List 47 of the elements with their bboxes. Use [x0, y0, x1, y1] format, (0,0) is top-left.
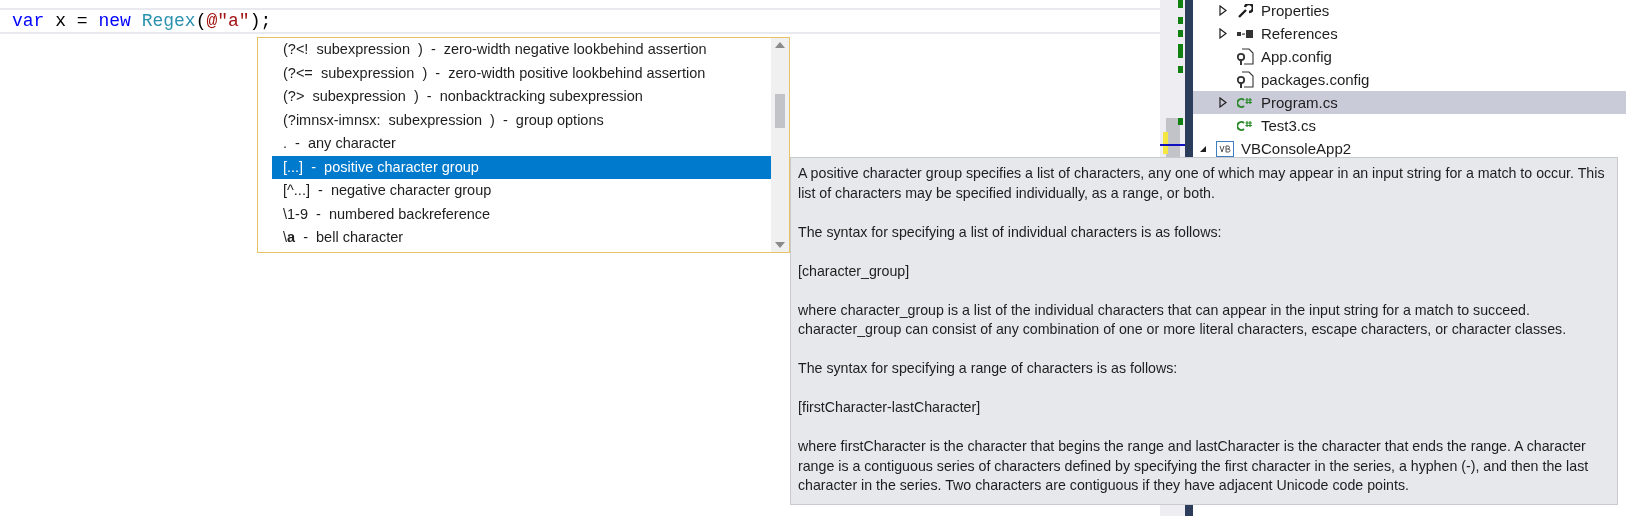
- tooltip-text: The syntax for specifying a list of individual characters is as follows:: [798, 222, 1223, 242]
- scroll-down-icon[interactable]: [775, 242, 785, 248]
- wrench-icon: [1237, 3, 1253, 18]
- collapsed-arrow-icon[interactable]: [1219, 97, 1227, 108]
- tree-item[interactable]: Program.cs: [1193, 91, 1626, 114]
- config-file-icon: [1236, 70, 1254, 89]
- completion-item[interactable]: (?<= subexpression ) - zero-width positive lookbehind assertion: [272, 61, 771, 85]
- change-marker: [1178, 118, 1183, 125]
- tree-item[interactable]: packages.config: [1193, 68, 1626, 91]
- tooltip-text: [character_group]: [798, 261, 911, 281]
- completion-item[interactable]: \1-9 - numbered backreference: [272, 202, 771, 226]
- completion-item[interactable]: (?imnsx-imnsx: subexpression ) - group options: [272, 108, 771, 132]
- completion-item[interactable]: [^...] - negative character group: [272, 179, 771, 203]
- csharp-file-icon: [1237, 119, 1253, 132]
- tree-item[interactable]: App.config: [1193, 45, 1626, 68]
- code-line[interactable]: var x = new Regex(@"a");: [0, 8, 1160, 34]
- tree-item[interactable]: VBConsoleApp2: [1193, 137, 1626, 160]
- tree-item[interactable]: Properties: [1193, 0, 1626, 22]
- change-marker: [1178, 17, 1183, 24]
- vb-project-icon: [1216, 140, 1234, 157]
- scrollbar[interactable]: [771, 38, 789, 252]
- change-marker: [1178, 66, 1183, 73]
- expanded-arrow-icon[interactable]: [1199, 144, 1207, 153]
- collapsed-arrow-icon[interactable]: [1219, 28, 1227, 39]
- tooltip-text: where character_group is a list of the individual characters that can appear in the input string for a match to succeed. character_group can consist of any combination of one or more literal characters, escape characters, or character classes.: [798, 300, 1568, 339]
- completion-item[interactable]: \a - bell character: [272, 226, 771, 250]
- config-file-icon: [1236, 47, 1254, 66]
- csharp-file-icon: [1237, 96, 1253, 109]
- tree-item[interactable]: Test3.cs: [1193, 114, 1626, 137]
- change-marker: [1163, 132, 1168, 154]
- change-marker: [1178, 44, 1183, 58]
- scrollbar-thumb[interactable]: [775, 94, 785, 128]
- completion-item[interactable]: (?<! subexpression ) - zero-width negative lookbehind assertion: [272, 38, 771, 62]
- tooltip-text: The syntax for specifying a range of characters is as follows:: [798, 359, 1179, 378]
- tooltip-text: where firstCharacter is the character that begins the range and lastCharacter is the character that ends the range. A character range is a contiguous series of characters defined by specifying the first character in the series, a hyphen (-), and then the last character in the series. Two characters are contiguous if they have adjacent Unicode code points.: [798, 437, 1590, 495]
- completion-item[interactable]: . - any character: [272, 132, 771, 156]
- completion-item[interactable]: (?> subexpression ) - nonbacktracking subexpression: [272, 85, 771, 109]
- change-marker: [1178, 30, 1183, 37]
- completion-item[interactable]: [...] - positive character group: [272, 155, 771, 179]
- change-marker: [1178, 0, 1183, 8]
- tree-item[interactable]: References: [1193, 22, 1626, 45]
- tooltip-text: [firstCharacter-lastCharacter]: [798, 398, 982, 417]
- caret-position-marker: [1160, 144, 1185, 146]
- tooltip-text: A positive character group specifies a list of characters, any one of which may appear in an input string for a match to occur. This list of characters may be specified individually, as a range, or both.: [798, 164, 1606, 203]
- collapsed-arrow-icon[interactable]: [1219, 5, 1227, 16]
- scroll-up-icon[interactable]: [775, 42, 785, 48]
- references-icon: [1237, 29, 1253, 38]
